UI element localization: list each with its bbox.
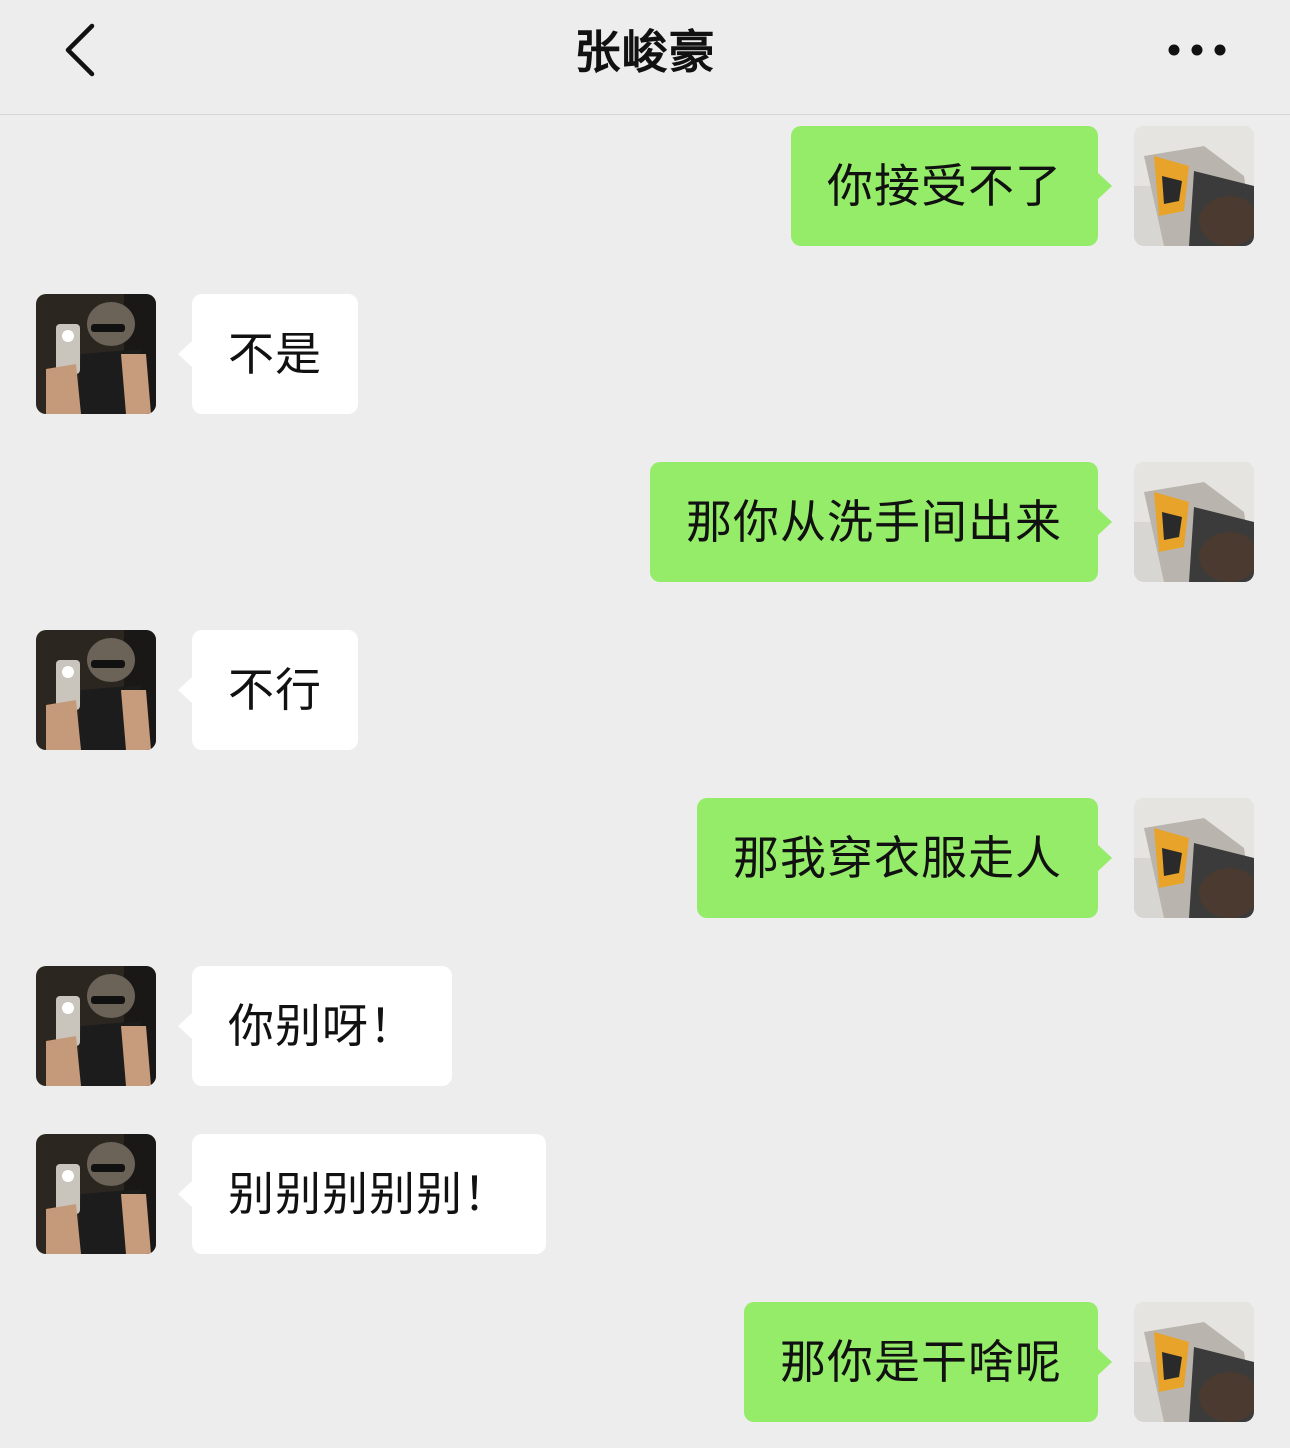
more-dots-icon [1168,44,1226,56]
message-row: 你接受不了 [0,126,1290,246]
message-text: 那你是干啥呢 [780,1335,1062,1389]
my-avatar[interactable] [1134,798,1254,918]
contact-avatar[interactable] [36,1134,156,1254]
message-bubble[interactable]: 那我穿衣服走人 [697,798,1112,918]
message-text: 别别别别别！ [228,1167,510,1221]
message-row: 不行 [0,630,1290,750]
chat-header: 张峻豪 [0,0,1290,115]
message-text: 不行 [228,663,322,717]
my-avatar[interactable] [1134,126,1254,246]
message-bubble[interactable]: 不行 [178,630,358,750]
message-bubble[interactable]: 你别呀！ [178,966,452,1086]
my-avatar[interactable] [1134,462,1254,582]
message-text: 那我穿衣服走人 [733,831,1062,885]
message-text: 那你从洗手间出来 [686,495,1062,549]
message-text: 不是 [228,327,322,381]
contact-avatar[interactable] [36,630,156,750]
message-row: 那我穿衣服走人 [0,798,1290,918]
message-text: 你接受不了 [827,159,1062,213]
message-bubble[interactable]: 不是 [178,294,358,414]
message-row: 那你是干啥呢 [0,1302,1290,1422]
chat-title: 张峻豪 [574,25,716,79]
message-bubble[interactable]: 那你是干啥呢 [744,1302,1112,1422]
message-text: 你别呀！ [228,999,416,1053]
message-bubble[interactable]: 那你从洗手间出来 [650,462,1112,582]
contact-avatar[interactable] [36,966,156,1086]
more-options-button[interactable] [1162,30,1232,70]
my-avatar[interactable] [1134,1302,1254,1422]
message-row: 那你从洗手间出来 [0,462,1290,582]
message-bubble[interactable]: 别别别别别！ [178,1134,546,1254]
contact-avatar[interactable] [36,294,156,414]
message-bubble[interactable]: 你接受不了 [791,126,1112,246]
message-row: 不是 [0,294,1290,414]
message-row: 别别别别别！ [0,1134,1290,1254]
message-row: 你别呀！ [0,966,1290,1086]
